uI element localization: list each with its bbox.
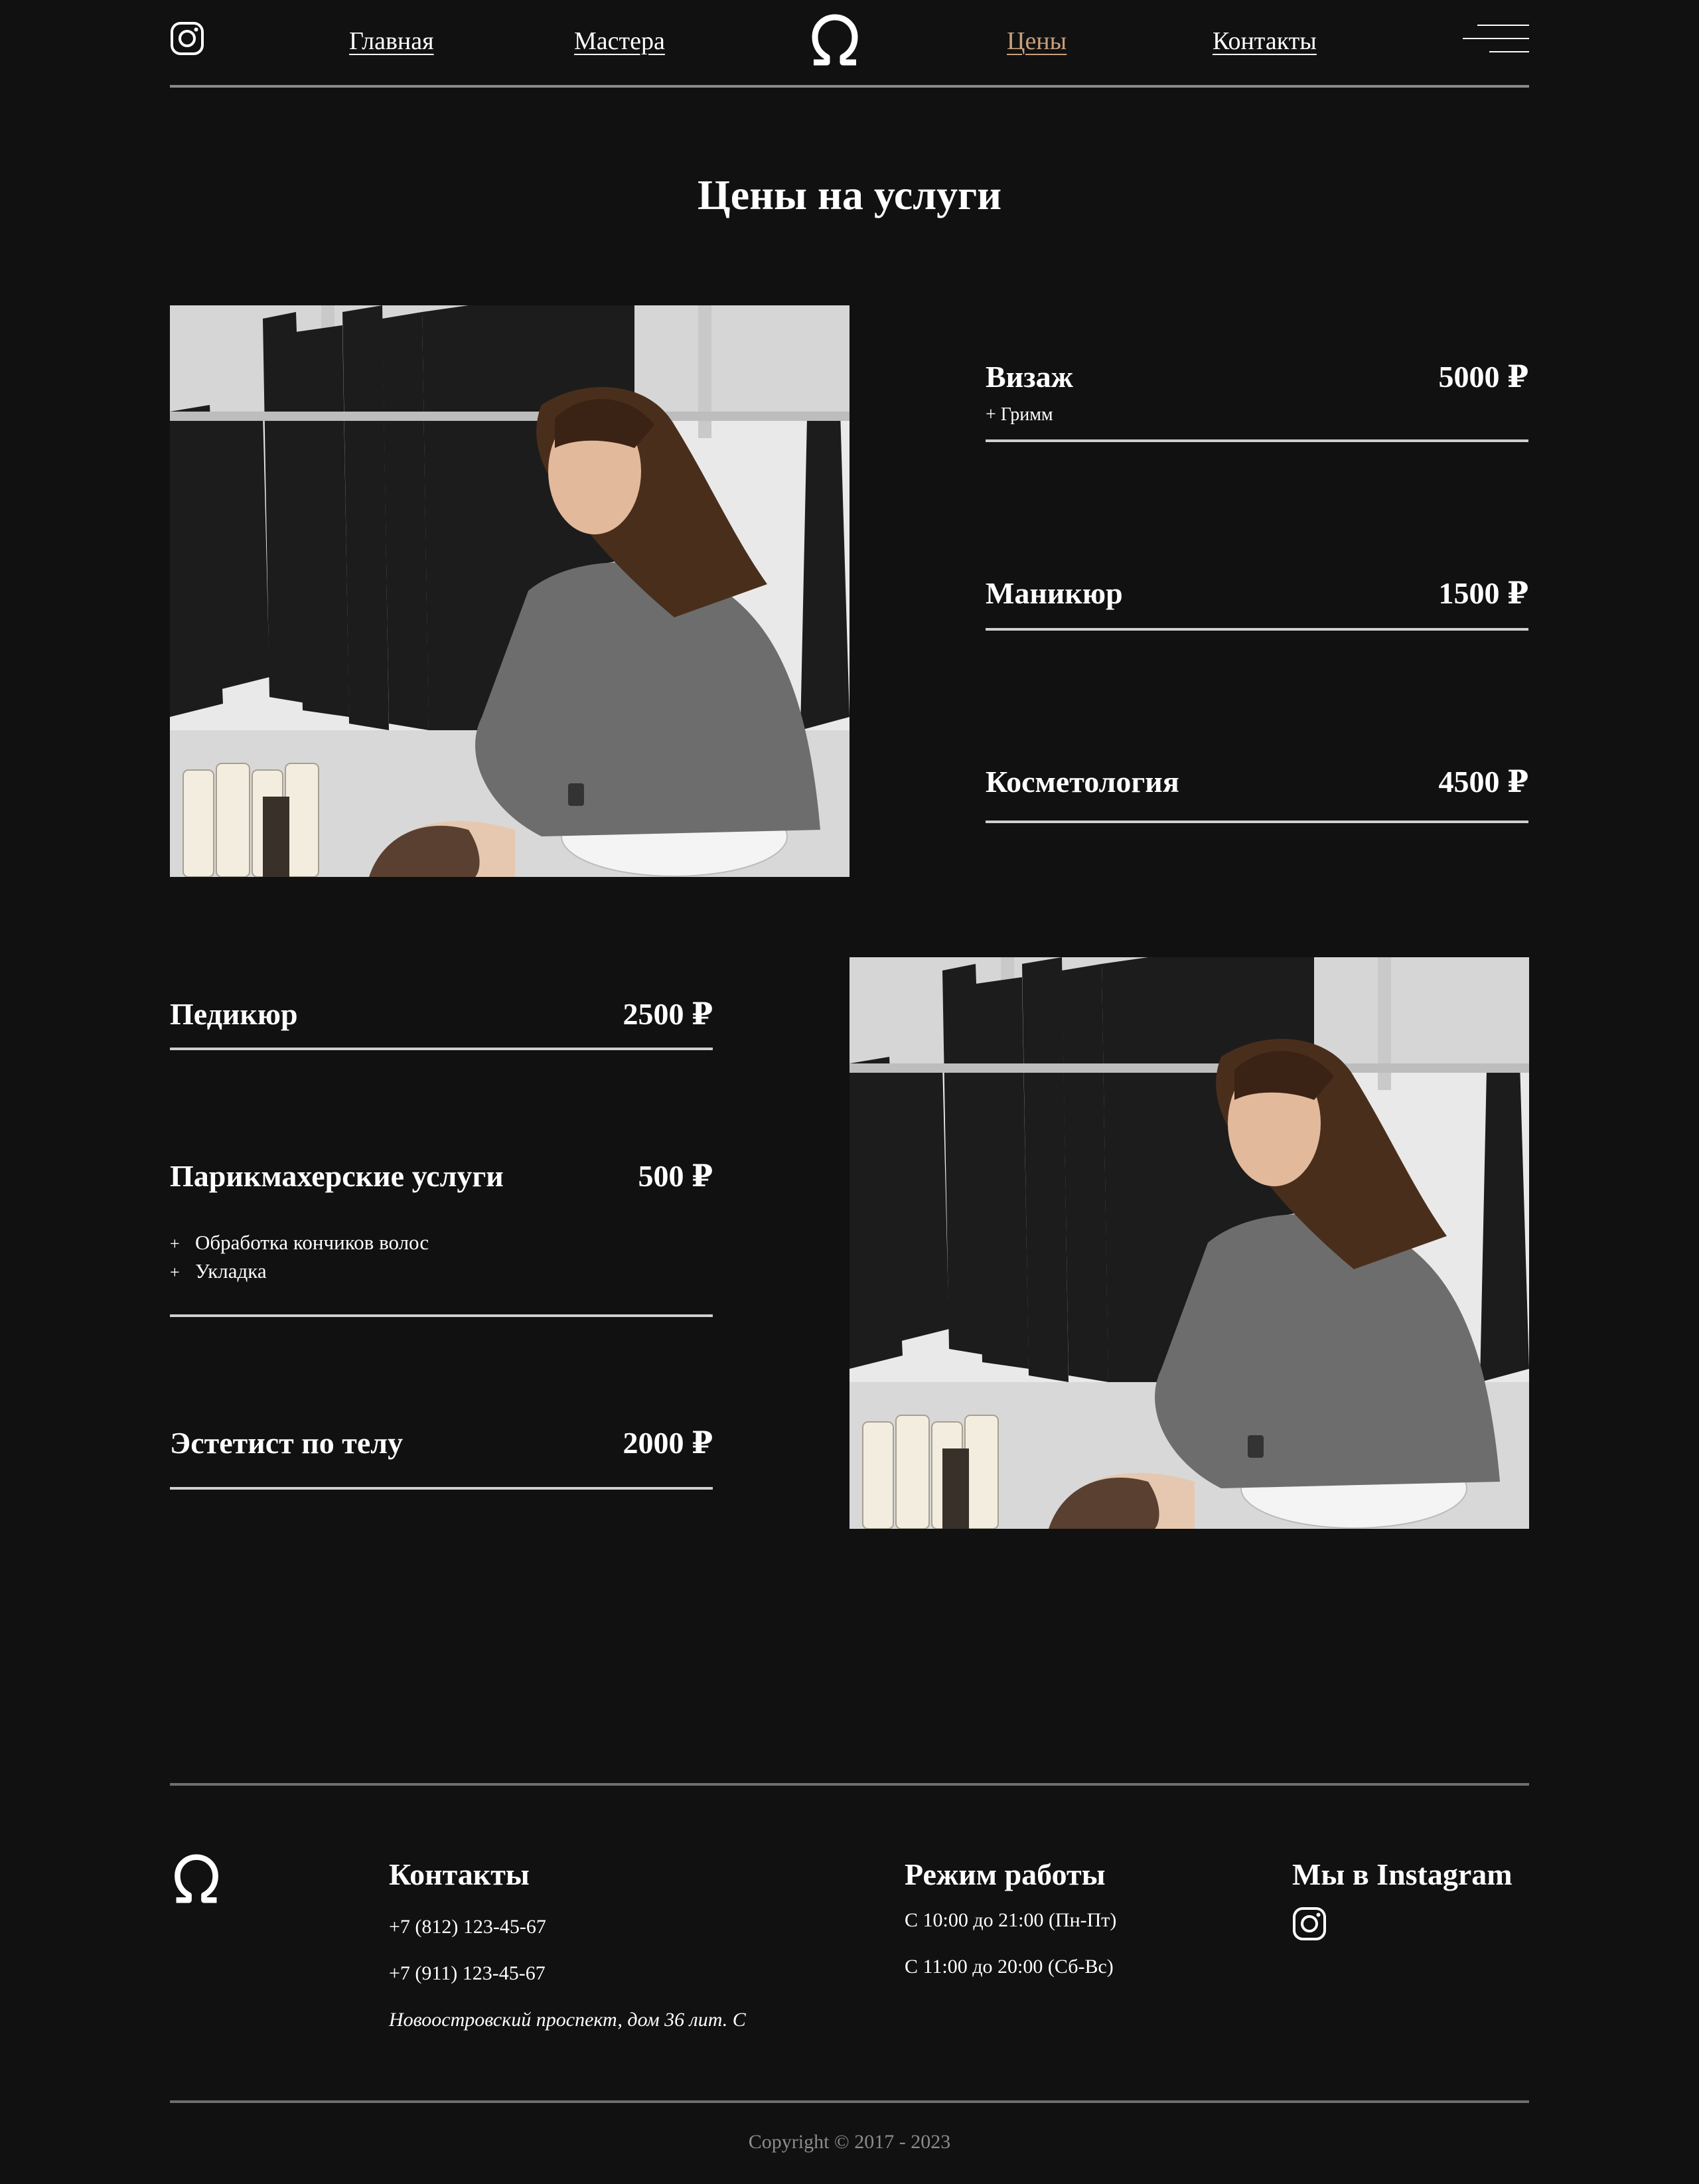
salon-photo (170, 305, 850, 877)
service-name: Парикмахерские услуги (170, 1159, 504, 1193)
price-divider (170, 1314, 713, 1317)
nav-link-contacts[interactable]: Контакты (1213, 27, 1317, 56)
omega-logo-icon[interactable] (170, 1852, 223, 1905)
service-note: + Гримм (986, 404, 1053, 426)
service-name: Косметология (986, 765, 1179, 799)
footer-contacts: Контакты (389, 1856, 530, 1893)
service-price: 2500 ₽ (623, 997, 713, 1031)
service-name: Визаж (986, 360, 1074, 394)
footer-heading: Мы в Instagram (1292, 1857, 1513, 1891)
hours-weekdays: С 10:00 до 21:00 (Пн-Пт) (905, 1909, 1117, 1931)
footer-divider (170, 2100, 1529, 2103)
instagram-icon[interactable] (1292, 1907, 1327, 1941)
service-name: Маникюр (986, 576, 1123, 610)
price-item: Парикмахерские услуги 500 ₽ + Обработка к… (170, 1158, 713, 1317)
footer-heading: Контакты (389, 1857, 530, 1891)
price-item: Эстетист по телу 2000 ₽ (170, 1425, 713, 1490)
price-item: Маникюр 1500 ₽ (986, 575, 1528, 631)
plus-icon: + (170, 1234, 180, 1254)
service-name: Педикюр (170, 997, 298, 1031)
nav-link-masters[interactable]: Мастера (574, 27, 665, 56)
subitem-label: Обработка кончиков волос (195, 1231, 429, 1255)
subitem-label: Укладка (195, 1259, 267, 1283)
price-divider (986, 439, 1528, 442)
salon-photo (850, 957, 1529, 1529)
nav-link-home[interactable]: Главная (349, 27, 434, 56)
service-price: 5000 ₽ (1438, 360, 1528, 394)
header-divider (170, 85, 1529, 88)
footer-heading: Режим работы (905, 1857, 1106, 1891)
address: Новоостровский проспект, дом 36 лит. С (389, 2009, 746, 2031)
price-divider (986, 820, 1528, 823)
site-header: Главная Мастера Цены Контакты (170, 0, 1529, 88)
price-divider (170, 1048, 713, 1050)
price-divider (170, 1487, 713, 1490)
instagram-icon[interactable] (170, 21, 204, 56)
omega-logo-icon[interactable] (807, 12, 863, 68)
service-price: 4500 ₽ (1438, 765, 1528, 799)
list-item: + Укладка (170, 1257, 713, 1286)
list-item: + Обработка кончиков волос (170, 1229, 713, 1257)
price-divider (986, 628, 1528, 631)
service-name: Эстетист по телу (170, 1426, 404, 1460)
page-title: Цены на услуги (697, 171, 1002, 218)
service-price: 2000 ₽ (623, 1426, 713, 1460)
phone-link[interactable]: +7 (812) 123-45-67 (389, 1916, 546, 1938)
nav-link-prices[interactable]: Цены (1007, 27, 1067, 56)
price-item: Визаж 5000 ₽ + Гримм (986, 358, 1528, 442)
service-price: 1500 ₽ (1438, 576, 1528, 610)
plus-icon: + (170, 1263, 180, 1283)
price-item: Педикюр 2500 ₽ (170, 996, 713, 1050)
copyright: Copyright © 2017 - 2023 (748, 2131, 951, 2153)
service-price: 500 ₽ (638, 1159, 713, 1193)
hamburger-menu-icon[interactable] (1463, 23, 1529, 56)
price-item: Косметология 4500 ₽ (986, 763, 1528, 823)
hours-weekend: С 11:00 до 20:00 (Сб-Вс) (905, 1956, 1114, 1978)
footer-instagram: Мы в Instagram (1292, 1856, 1513, 1893)
service-subitems: + Обработка кончиков волос + Укладка (170, 1229, 713, 1286)
footer-divider (170, 1783, 1529, 1786)
phone-link[interactable]: +7 (911) 123-45-67 (389, 1962, 546, 1985)
footer-hours: Режим работы (905, 1856, 1105, 1893)
